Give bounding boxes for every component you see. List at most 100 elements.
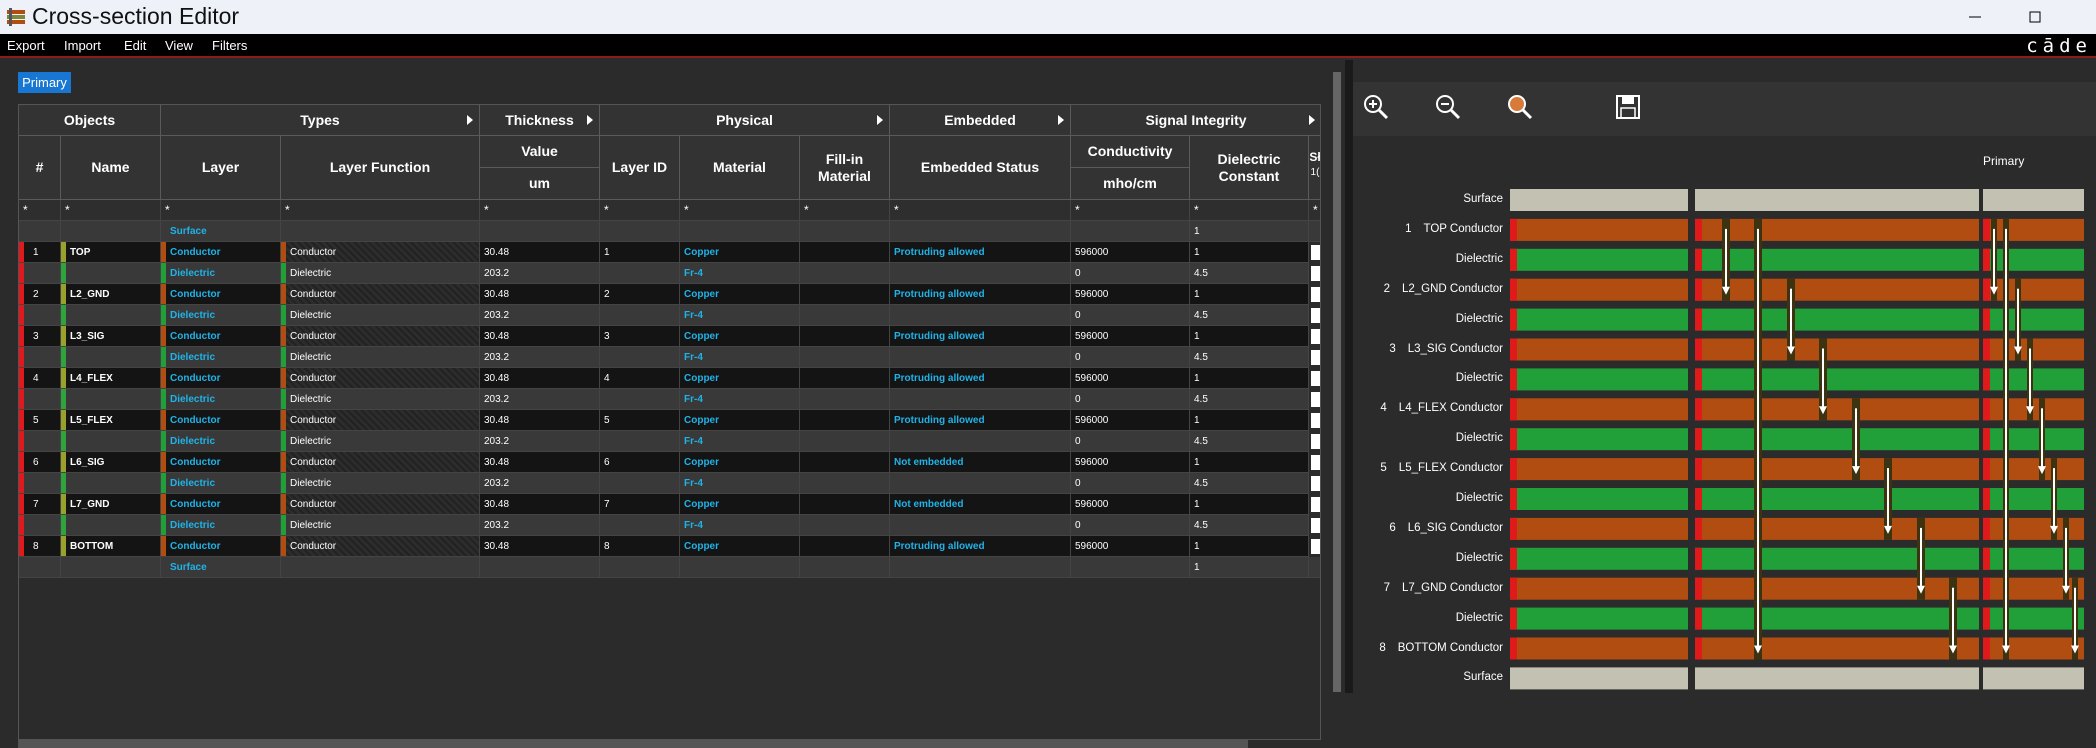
cell-thickness[interactable]: 30.48 xyxy=(480,536,600,557)
cell-extra[interactable] xyxy=(1311,518,1320,533)
cell-dk[interactable]: 1 xyxy=(1190,536,1309,557)
menu-edit[interactable]: Edit xyxy=(124,38,146,53)
cell-conductivity[interactable]: 0 xyxy=(1071,389,1190,410)
cell-dk[interactable]: 4.5 xyxy=(1190,473,1309,494)
cell-name[interactable]: L7_GND xyxy=(61,494,161,515)
menu-export[interactable]: Export xyxy=(7,38,45,53)
cell-layer_id[interactable] xyxy=(600,221,680,242)
cell-embedded[interactable] xyxy=(890,431,1071,452)
cell-dk[interactable]: 1 xyxy=(1190,284,1309,305)
cell-fillin[interactable] xyxy=(800,305,890,326)
cell-material[interactable]: Copper xyxy=(680,536,800,557)
filter-cell-fillin[interactable]: * xyxy=(800,200,890,221)
cell-fillin[interactable] xyxy=(800,242,890,263)
cell-fillin[interactable] xyxy=(800,557,890,578)
cell-thickness[interactable]: 203.2 xyxy=(480,431,600,452)
maximize-button[interactable] xyxy=(2005,0,2065,34)
cell-name[interactable]: L3_SIG xyxy=(61,326,161,347)
cell-fillin[interactable] xyxy=(800,389,890,410)
cell-layer_id[interactable] xyxy=(600,473,680,494)
table-row[interactable]: 7 L7_GND Conductor Conductor 30.48 7 Copper Not… xyxy=(19,494,1320,515)
expand-arrow-icon[interactable] xyxy=(1309,115,1315,125)
cell-num[interactable] xyxy=(19,557,61,578)
filter-cell-layer[interactable]: * xyxy=(161,200,281,221)
cell-num[interactable] xyxy=(19,221,61,242)
cell-layer_function[interactable]: Dielectric xyxy=(281,473,480,494)
cell-fillin[interactable] xyxy=(800,431,890,452)
cell-conductivity[interactable]: 596000 xyxy=(1071,284,1190,305)
cell-fillin[interactable] xyxy=(800,536,890,557)
cell-fillin[interactable] xyxy=(800,494,890,515)
col-layer-function[interactable]: Layer Function xyxy=(281,136,480,200)
cell-layer_function[interactable]: Conductor xyxy=(281,326,480,347)
filter-cell-name[interactable]: * xyxy=(61,200,161,221)
cell-embedded[interactable]: Protruding allowed xyxy=(890,410,1071,431)
cell-thickness[interactable]: 203.2 xyxy=(480,473,600,494)
cell-layer[interactable]: Conductor xyxy=(161,368,281,389)
table-row[interactable]: 2 L2_GND Conductor Conductor 30.48 2 Copper Pro… xyxy=(19,284,1320,305)
menu-filters[interactable]: Filters xyxy=(212,38,247,53)
cell-conductivity[interactable]: 596000 xyxy=(1071,452,1190,473)
cell-layer_function[interactable]: Dielectric xyxy=(281,389,480,410)
cell-extra[interactable] xyxy=(1311,497,1320,512)
cell-layer_function[interactable]: Conductor xyxy=(281,536,480,557)
cell-layer[interactable]: Conductor xyxy=(161,284,281,305)
cell-layer_id[interactable] xyxy=(600,515,680,536)
cell-extra[interactable] xyxy=(1311,455,1320,470)
cell-num[interactable] xyxy=(19,347,61,368)
cell-thickness[interactable]: 30.48 xyxy=(480,494,600,515)
filter-cell-thickness[interactable]: * xyxy=(480,200,600,221)
expand-arrow-icon[interactable] xyxy=(877,115,883,125)
cell-layer[interactable]: Dielectric xyxy=(161,347,281,368)
cell-embedded[interactable] xyxy=(890,557,1071,578)
cell-layer[interactable]: Dielectric xyxy=(161,263,281,284)
cell-fillin[interactable] xyxy=(800,263,890,284)
table-row[interactable]: Surface 1 xyxy=(19,221,1320,242)
cell-thickness[interactable]: 30.48 xyxy=(480,242,600,263)
cell-extra[interactable] xyxy=(1311,308,1320,323)
cell-dk[interactable]: 1 xyxy=(1190,368,1309,389)
group-physical[interactable]: Physical xyxy=(600,105,890,136)
table-row[interactable]: 8 BOTTOM Conductor Conductor 30.48 8 Copper Pro… xyxy=(19,536,1320,557)
table-row[interactable]: Dielectric Dielectric 203.2 Fr-4 0 4.5 xyxy=(19,347,1320,368)
table-row[interactable]: Surface 1 xyxy=(19,557,1320,578)
cell-embedded[interactable] xyxy=(890,347,1071,368)
cell-num[interactable]: 3 xyxy=(19,326,61,347)
table-row[interactable]: 6 L6_SIG Conductor Conductor 30.48 6 Copper Not… xyxy=(19,452,1320,473)
cell-layer[interactable]: Conductor xyxy=(161,410,281,431)
cell-layer[interactable]: Conductor xyxy=(161,326,281,347)
cell-conductivity[interactable]: 596000 xyxy=(1071,242,1190,263)
filter-cell-layer_function[interactable]: * xyxy=(281,200,480,221)
cell-material[interactable]: Copper xyxy=(680,410,800,431)
cell-name[interactable]: L5_FLEX xyxy=(61,410,161,431)
cell-num[interactable]: 6 xyxy=(19,452,61,473)
cell-layer_id[interactable] xyxy=(600,347,680,368)
cell-conductivity[interactable]: 0 xyxy=(1071,305,1190,326)
group-signal-integrity[interactable]: Signal Integrity xyxy=(1071,105,1320,136)
cell-dk[interactable]: 1 xyxy=(1190,452,1309,473)
col-num[interactable]: # xyxy=(19,136,61,200)
expand-arrow-icon[interactable] xyxy=(467,115,473,125)
cell-layer_id[interactable]: 3 xyxy=(600,326,680,347)
col-truncated[interactable]: Sł 1( xyxy=(1309,136,1320,200)
cell-conductivity[interactable]: 596000 xyxy=(1071,326,1190,347)
cell-thickness[interactable]: 203.2 xyxy=(480,305,600,326)
cell-thickness[interactable] xyxy=(480,557,600,578)
tab-primary[interactable]: Primary xyxy=(18,72,71,93)
cell-name[interactable] xyxy=(61,221,161,242)
filter-cell-num[interactable]: * xyxy=(19,200,61,221)
cell-num[interactable] xyxy=(19,431,61,452)
col-value[interactable]: Value xyxy=(480,136,600,168)
cell-dk[interactable]: 1 xyxy=(1190,557,1309,578)
cell-thickness[interactable]: 30.48 xyxy=(480,326,600,347)
table-row[interactable]: 5 L5_FLEX Conductor Conductor 30.48 5 Copper Pr… xyxy=(19,410,1320,431)
table-row[interactable]: Dielectric Dielectric 203.2 Fr-4 0 4.5 xyxy=(19,515,1320,536)
cell-dk[interactable]: 4.5 xyxy=(1190,305,1309,326)
cell-embedded[interactable] xyxy=(890,305,1071,326)
cell-layer_function[interactable]: Conductor xyxy=(281,452,480,473)
cell-fillin[interactable] xyxy=(800,347,890,368)
cell-num[interactable]: 5 xyxy=(19,410,61,431)
vertical-scrollbar[interactable] xyxy=(1333,72,1341,692)
cell-name[interactable] xyxy=(61,305,161,326)
cell-fillin[interactable] xyxy=(800,473,890,494)
